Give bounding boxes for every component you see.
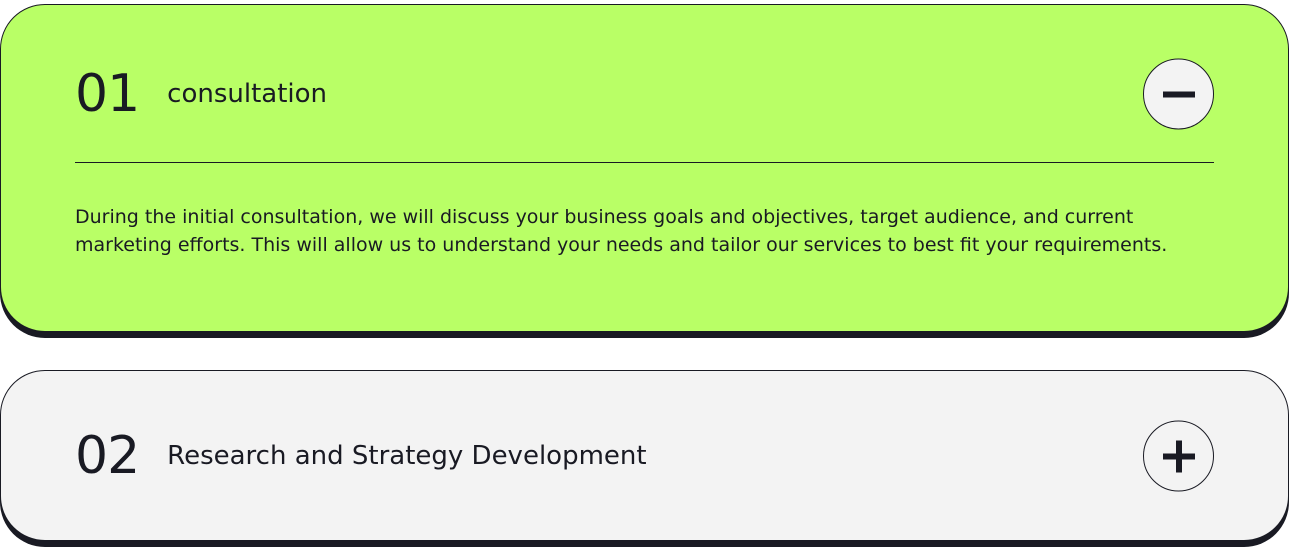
minus-icon <box>1162 91 1195 97</box>
accordion-item-consultation: 01 consultation During the initial consu… <box>0 4 1289 332</box>
step-number: 02 <box>75 426 140 486</box>
step-title: consultation <box>167 79 328 109</box>
collapse-button[interactable] <box>1143 58 1214 130</box>
accordion-header[interactable]: 01 consultation <box>75 57 1214 131</box>
step-title: Research and Strategy Development <box>167 441 647 471</box>
expand-button[interactable] <box>1143 420 1214 492</box>
accordion-header[interactable]: 02 Research and Strategy Development <box>75 419 1214 493</box>
step-number: 01 <box>75 64 140 124</box>
divider <box>75 162 1214 163</box>
accordion-item-research: 02 Research and Strategy Development <box>0 370 1289 541</box>
step-description: During the initial consultation, we will… <box>75 206 1168 256</box>
